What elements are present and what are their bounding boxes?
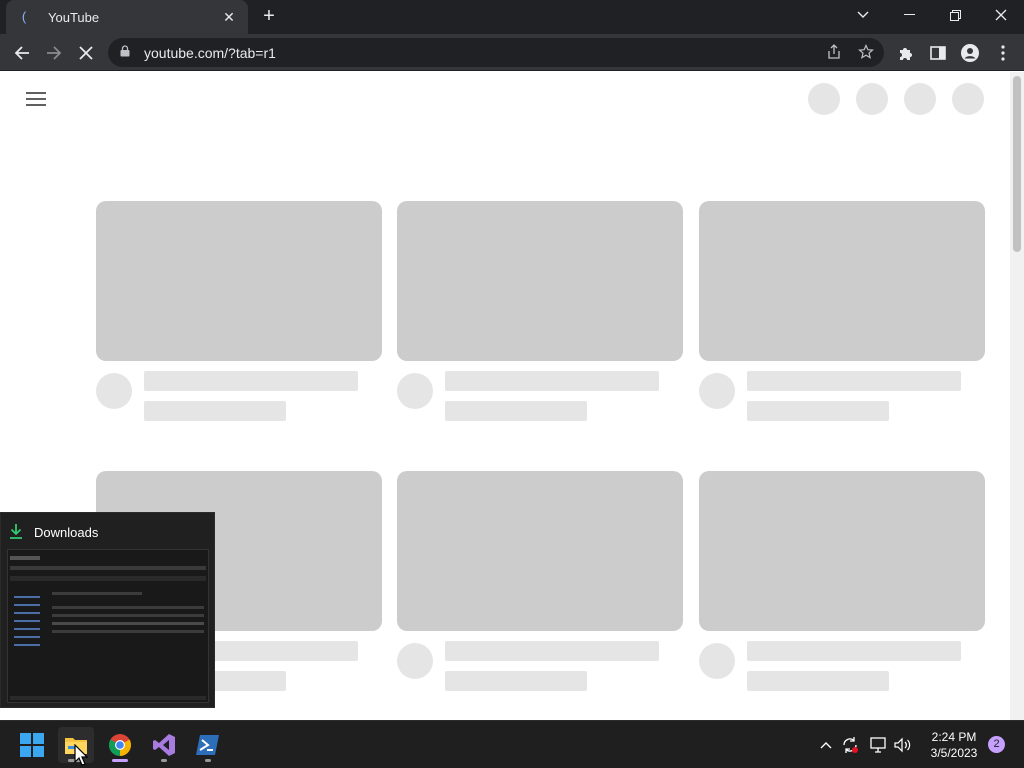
- minimize-button[interactable]: [886, 0, 932, 30]
- avatar-placeholder: [397, 373, 433, 409]
- title-placeholder: [144, 371, 358, 391]
- clock-time: 2:24 PM: [931, 730, 977, 744]
- scrollbar-thumb[interactable]: [1013, 76, 1021, 252]
- close-icon: [79, 46, 93, 60]
- thumbnail-placeholder: [397, 471, 683, 631]
- volume-icon[interactable]: [893, 735, 913, 755]
- explorer-thumbnail: [7, 549, 209, 703]
- taskbar-powershell[interactable]: [190, 727, 226, 763]
- profile-button[interactable]: [957, 40, 983, 66]
- sync-icon[interactable]: [840, 735, 860, 755]
- avatar-placeholder: [397, 643, 433, 679]
- system-clock[interactable]: 2:24 PM 3/5/2023: [924, 729, 984, 761]
- back-button[interactable]: [9, 40, 35, 66]
- restore-icon: [949, 9, 961, 21]
- visual-studio-icon: [153, 734, 175, 756]
- forward-button[interactable]: [41, 40, 67, 66]
- menu-icon[interactable]: [26, 92, 46, 106]
- active-indicator: [112, 759, 128, 762]
- meta-placeholder: [747, 671, 889, 691]
- title-placeholder: [747, 641, 961, 661]
- lock-icon: [120, 45, 134, 60]
- minimize-icon: [903, 14, 915, 15]
- explorer-nav-pane: [10, 590, 46, 690]
- user-icon: [961, 44, 979, 62]
- header-placeholder: [952, 83, 984, 115]
- video-card-placeholder[interactable]: [699, 201, 985, 431]
- meta-placeholder: [747, 401, 889, 421]
- tab-close-icon[interactable]: ✕: [220, 9, 238, 26]
- title-placeholder: [445, 641, 659, 661]
- running-indicator: [205, 759, 211, 762]
- chrome-menu-button[interactable]: [990, 40, 1016, 66]
- taskbar-visual-studio[interactable]: [146, 727, 182, 763]
- preview-title: Downloads: [34, 524, 99, 540]
- video-card-placeholder[interactable]: [96, 201, 382, 431]
- downloads-window-preview[interactable]: Downloads: [0, 512, 215, 708]
- chevron-down-icon: [857, 11, 869, 18]
- side-panel-icon: [930, 46, 946, 60]
- running-indicator: [161, 759, 167, 762]
- arrow-right-icon: [47, 46, 62, 60]
- close-icon: [995, 9, 1007, 21]
- download-icon: [9, 523, 25, 541]
- powershell-icon: [196, 735, 219, 755]
- thumbnail-placeholder: [699, 471, 985, 631]
- meta-placeholder: [445, 401, 587, 421]
- puzzle-icon: [900, 48, 912, 60]
- clock-date: 3/5/2023: [930, 746, 978, 760]
- loading-spinner-icon: (: [21, 9, 27, 24]
- avatar-placeholder: [96, 373, 132, 409]
- mouse-cursor-icon: [74, 744, 88, 766]
- windows-taskbar: 2:24 PM 3/5/2023 2: [0, 720, 1024, 768]
- page-scrollbar[interactable]: [1010, 72, 1024, 720]
- tab-search-button[interactable]: [840, 0, 886, 30]
- thumbnail-placeholder: [699, 201, 985, 361]
- browser-toolbar: [0, 34, 1024, 71]
- notification-badge[interactable]: 2: [988, 736, 1005, 753]
- thumbnail-placeholder: [397, 201, 683, 361]
- tab-title: YouTube: [48, 9, 100, 25]
- restore-button[interactable]: [932, 0, 978, 30]
- extensions-button[interactable]: [893, 40, 919, 66]
- taskbar-google-chrome[interactable]: [102, 727, 138, 763]
- share-icon[interactable]: [824, 44, 844, 62]
- more-vertical-icon: [1001, 45, 1005, 61]
- browser-tab-strip: ( YouTube ✕ +: [0, 0, 1024, 34]
- url-input[interactable]: [144, 44, 784, 61]
- title-placeholder: [445, 371, 659, 391]
- side-panel-button[interactable]: [925, 40, 951, 66]
- chevron-up-icon[interactable]: [816, 735, 836, 755]
- avatar-placeholder: [699, 643, 735, 679]
- network-icon[interactable]: [868, 735, 888, 755]
- header-placeholder: [856, 83, 888, 115]
- thumbnail-placeholder: [96, 201, 382, 361]
- stop-loading-button[interactable]: [73, 40, 99, 66]
- chrome-icon: [109, 734, 131, 756]
- video-card-placeholder[interactable]: [699, 471, 985, 701]
- video-card-placeholder[interactable]: [397, 471, 683, 701]
- meta-placeholder: [144, 401, 286, 421]
- tab-youtube[interactable]: ( YouTube ✕: [6, 0, 248, 34]
- title-placeholder: [747, 371, 961, 391]
- address-bar[interactable]: [108, 38, 884, 67]
- arrow-left-icon: [14, 46, 29, 60]
- header-placeholder: [904, 83, 936, 115]
- windows-logo-icon: [20, 733, 44, 757]
- header-placeholder: [808, 83, 840, 115]
- avatar-placeholder: [699, 373, 735, 409]
- star-icon[interactable]: [856, 44, 876, 62]
- meta-placeholder: [445, 671, 587, 691]
- video-card-placeholder[interactable]: [397, 201, 683, 431]
- preview-header: Downloads: [9, 523, 98, 541]
- close-window-button[interactable]: [978, 0, 1024, 30]
- start-button[interactable]: [14, 727, 50, 763]
- new-tab-button[interactable]: +: [258, 6, 280, 28]
